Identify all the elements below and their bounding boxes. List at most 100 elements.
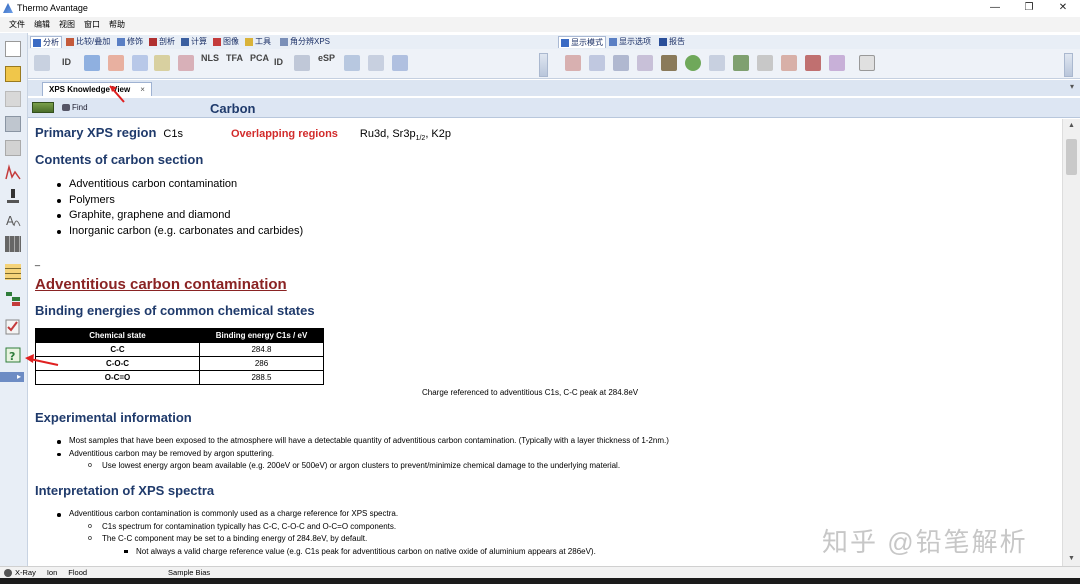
toolbar-overflow-right-button[interactable] [1064, 53, 1073, 77]
tab-tools[interactable]: 工具 [245, 36, 271, 47]
restore-button[interactable]: ❐ [1012, 0, 1046, 16]
knowledge-panel-header: Find Carbon [28, 98, 1080, 118]
tab-profile[interactable]: 剖析 [149, 36, 175, 47]
bar-chart-icon[interactable] [733, 55, 749, 71]
peak-id-icon[interactable] [34, 55, 50, 71]
status-bar: X-Ray Ion Flood Sample Bias [0, 566, 1080, 578]
scroll-up-button[interactable]: ▲ [1063, 119, 1080, 133]
esp-button[interactable]: eSP [318, 53, 335, 63]
peak-add-icon[interactable] [108, 55, 124, 71]
minimize-button[interactable]: — [978, 0, 1012, 16]
chart-icon[interactable] [859, 55, 875, 71]
menu-view[interactable]: 视图 [59, 19, 75, 30]
scroll-thumb[interactable] [1066, 139, 1077, 175]
title-bar: Thermo Avantage — ❐ ✕ [0, 0, 1080, 16]
find-button[interactable]: Find [62, 103, 88, 112]
status-sample-bias: Sample Bias [168, 568, 211, 577]
contents-list: Adventitious carbon contamination Polyme… [56, 177, 303, 240]
print-icon[interactable] [5, 140, 21, 156]
overlay-icon[interactable] [589, 55, 605, 71]
table-cell: 286 [199, 356, 324, 371]
tab-modify[interactable]: 修饰 [117, 36, 143, 47]
display-options-icon [609, 37, 617, 46]
background-icon[interactable] [84, 55, 100, 71]
menu-help[interactable]: 帮助 [109, 19, 125, 30]
display-mode-icon [561, 38, 569, 47]
experimental-heading: Experimental information [35, 410, 192, 425]
checklist-icon[interactable] [5, 319, 21, 335]
contents-item[interactable]: Adventitious carbon contamination [56, 177, 303, 193]
open-folder-icon[interactable] [5, 66, 21, 82]
nls-button[interactable]: NLS [201, 53, 219, 63]
binding-energy-table: Chemical state Binding energy C1s / eV C… [35, 328, 324, 385]
window-controls: — ❐ ✕ [978, 0, 1080, 16]
search-spectrum-icon[interactable] [294, 55, 310, 71]
list-item: Adventitious carbon may be removed by ar… [57, 448, 669, 461]
toolbar-overflow-button[interactable] [539, 53, 548, 77]
tfa-button[interactable]: TFA [226, 53, 243, 63]
status-xray: X-Ray [15, 568, 36, 577]
tab-analysis[interactable]: 分析 [30, 36, 62, 48]
quantify-icon[interactable] [344, 55, 360, 71]
pca-button[interactable]: PCA [250, 53, 269, 63]
id-button[interactable]: ID [62, 57, 71, 67]
tab-display-mode[interactable]: 显示模式 [558, 36, 606, 48]
deconvolve-icon[interactable] [368, 55, 384, 71]
tab-calc[interactable]: 计算 [181, 36, 207, 47]
list-item: Not always a valid charge reference valu… [69, 546, 596, 559]
trend-icon[interactable] [709, 55, 725, 71]
contents-item[interactable]: Inorganic carbon (e.g. carbonates and ca… [56, 224, 303, 240]
contents-item[interactable]: Graphite, graphene and diamond [56, 208, 303, 224]
chevron-down-icon[interactable]: ▾ [1070, 82, 1074, 91]
list-item: Use lowest energy argon beam available (… [69, 460, 669, 473]
menu-edit[interactable]: 编辑 [34, 19, 50, 30]
new-file-icon[interactable] [5, 41, 21, 57]
collapse-sidebar-button[interactable]: ▸ [0, 372, 24, 382]
3d-view-icon[interactable] [637, 55, 653, 71]
tab-compare[interactable]: 比较/叠加 [66, 36, 110, 47]
contents-item[interactable]: Polymers [56, 193, 303, 209]
interpretation-list: Adventitious carbon contamination is com… [57, 508, 596, 559]
menu-file[interactable]: 文件 [9, 19, 25, 30]
save-icon[interactable] [5, 116, 21, 132]
id2-button[interactable]: ID [274, 57, 283, 67]
peak-fit-icon[interactable]: A [5, 212, 21, 228]
watermark: 知乎 @铅笔解析 [822, 527, 1028, 557]
periodic-table-icon[interactable] [32, 102, 54, 113]
tree-icon[interactable] [5, 291, 21, 307]
label-icon[interactable] [781, 55, 797, 71]
tab-report[interactable]: 报告 [659, 36, 685, 47]
arxps-icon [280, 37, 288, 46]
binoculars-icon [62, 104, 70, 111]
pie-view-icon[interactable] [685, 55, 701, 71]
display-spectrum-icon[interactable] [565, 55, 581, 71]
contents-heading: Contents of carbon section [35, 152, 204, 167]
microscope-icon[interactable] [5, 188, 21, 204]
grid-options-icon[interactable] [757, 55, 773, 71]
tab-image[interactable]: 图像 [213, 36, 239, 47]
spectrum-icon[interactable] [5, 164, 21, 180]
grid-icon[interactable] [5, 236, 21, 252]
dc-icon[interactable] [829, 55, 845, 71]
marker-icon[interactable] [805, 55, 821, 71]
table-row: O-C=O 288.5 [35, 370, 324, 385]
close-tab-icon[interactable]: × [140, 85, 145, 94]
fit-icon[interactable] [154, 55, 170, 71]
table-icon[interactable] [5, 264, 21, 280]
differentiate-icon[interactable] [178, 55, 194, 71]
auto-fit-icon[interactable] [392, 55, 408, 71]
table-cell: 288.5 [199, 370, 324, 385]
map-view-icon[interactable] [661, 55, 677, 71]
smooth-icon[interactable] [132, 55, 148, 71]
svg-text:?: ? [9, 350, 15, 363]
scroll-down-button[interactable]: ▼ [1063, 552, 1080, 566]
waterfall-icon[interactable] [613, 55, 629, 71]
close-window-button[interactable]: ✕ [1046, 0, 1080, 16]
menu-window[interactable]: 窗口 [84, 19, 100, 30]
tab-display-options[interactable]: 显示选项 [609, 36, 651, 47]
tab-xps-knowledge-view[interactable]: XPS Knowledge View × [42, 82, 152, 96]
tab-arxps[interactable]: 角分辨XPS [280, 36, 330, 47]
import-icon[interactable] [5, 91, 21, 107]
knowledge-view-icon[interactable]: ? [5, 347, 21, 363]
vertical-scrollbar[interactable]: ▲ ▼ [1062, 119, 1080, 566]
